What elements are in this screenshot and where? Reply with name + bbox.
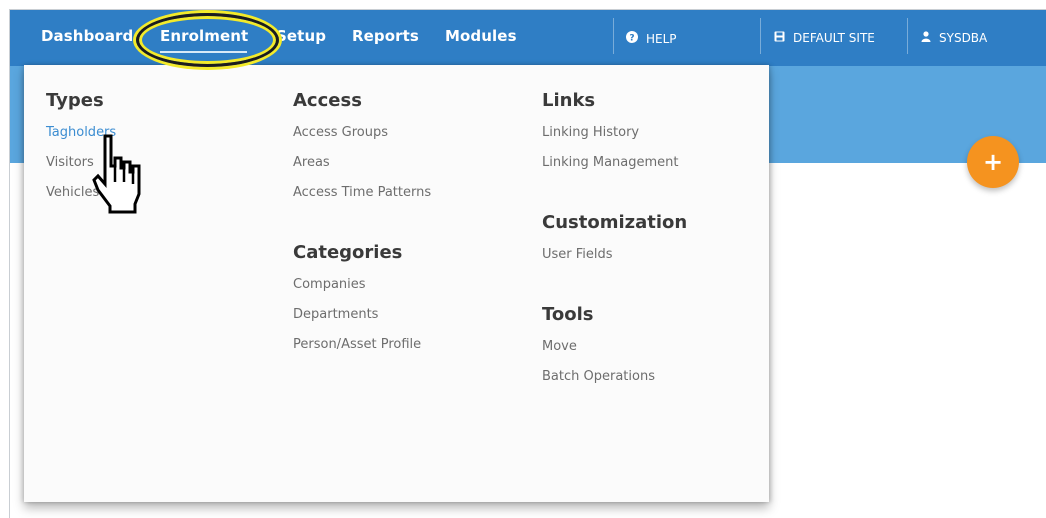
header-divider [613,18,614,54]
site-selector[interactable]: DEFAULT SITE [774,31,875,45]
menu-item-departments[interactable]: Departments [293,307,378,322]
menu-item-move[interactable]: Move [542,339,577,354]
nav-modules[interactable]: Modules [445,27,517,45]
hand-pointer-icon [92,134,141,214]
nav-reports[interactable]: Reports [352,27,419,45]
plus-icon: + [982,148,1004,176]
user-label: SYSDBA [939,31,988,45]
user-menu[interactable]: SYSDBA [921,31,987,45]
menu-heading-tools: Tools [542,304,594,325]
menu-item-access-groups[interactable]: Access Groups [293,125,388,140]
save-disk-icon [774,31,785,45]
menu-item-companies[interactable]: Companies [293,277,366,292]
menu-heading-access: Access [293,90,362,111]
header-divider [760,18,761,54]
help-label: HELP [646,31,677,46]
nav-dashboard[interactable]: Dashboard [41,27,133,45]
menu-item-areas[interactable]: Areas [293,155,330,170]
svg-text:?: ? [629,34,634,44]
menu-heading-categories: Categories [293,242,403,263]
menu-item-batch-operations[interactable]: Batch Operations [542,369,655,384]
menu-heading-links: Links [542,90,596,111]
user-icon [921,31,931,45]
help-link[interactable]: ? HELP [626,31,677,46]
menu-item-user-fields[interactable]: User Fields [542,247,613,262]
app-window: Dashboard Enrolment Setup Reports Module… [9,9,1046,518]
menu-item-visitors[interactable]: Visitors [46,155,94,170]
site-label: DEFAULT SITE [793,31,875,45]
menu-item-linking-history[interactable]: Linking History [542,125,639,140]
menu-heading-customization: Customization [542,212,688,233]
help-circle-icon: ? [626,31,638,46]
enrolment-highlight-ellipse [136,13,279,67]
menu-item-person-asset-profile[interactable]: Person/Asset Profile [293,337,421,352]
menu-heading-types: Types [46,90,104,111]
add-button[interactable]: + [967,136,1019,188]
header-divider [907,18,908,54]
menu-item-access-time-patterns[interactable]: Access Time Patterns [293,185,431,200]
enrolment-mega-menu: Types Tagholders Visitors Vehicles Acces… [24,65,769,502]
menu-item-linking-management[interactable]: Linking Management [542,155,679,170]
nav-setup[interactable]: Setup [276,27,326,45]
